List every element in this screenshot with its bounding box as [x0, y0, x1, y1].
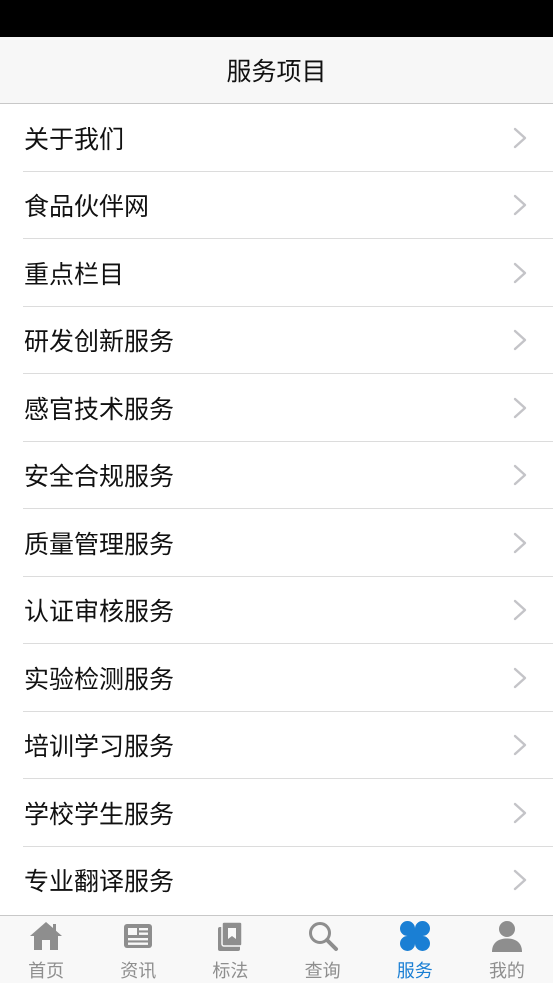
news-icon	[124, 924, 153, 948]
tab-label: 查询	[304, 961, 341, 982]
tab-label: 标法	[212, 961, 249, 982]
chevron-right-icon	[513, 262, 527, 283]
list-item-safety-compliance[interactable]: 安全合规服务	[0, 442, 553, 510]
list-item-about-us[interactable]: 关于我们	[0, 104, 553, 172]
chevron-right-icon	[513, 532, 527, 553]
list-item-label: 实验检测服务	[24, 664, 175, 694]
list-item-school-student[interactable]: 学校学生服务	[0, 779, 553, 847]
list-item-certification-audit[interactable]: 认证审核服务	[0, 577, 553, 645]
screen: 服务项目 关于我们 食品伙伴网 重点栏目 研发创新服务 感官技术服务 安全合规服…	[0, 0, 553, 983]
status-bar	[0, 0, 553, 37]
tab-services[interactable]: 服务	[369, 916, 461, 983]
chevron-right-icon	[513, 802, 527, 823]
list-item-sensory-tech[interactable]: 感官技术服务	[0, 374, 553, 442]
list-item-label: 认证审核服务	[24, 597, 175, 627]
list-item-label: 感官技术服务	[24, 394, 175, 424]
list-item-rd-innovation[interactable]: 研发创新服务	[0, 307, 553, 375]
list-item-translation[interactable]: 专业翻译服务	[0, 847, 553, 915]
list-item-label: 关于我们	[24, 124, 125, 154]
list-item-label: 安全合规服务	[24, 462, 175, 492]
list-item-label: 培训学习服务	[24, 732, 175, 762]
service-list: 关于我们 食品伙伴网 重点栏目 研发创新服务 感官技术服务 安全合规服务 质量管…	[0, 104, 553, 914]
list-item-label: 质量管理服务	[24, 529, 175, 559]
home-icon	[30, 922, 63, 950]
tab-label: 首页	[28, 961, 65, 982]
list-item-quality-management[interactable]: 质量管理服务	[0, 509, 553, 577]
chevron-right-icon	[513, 127, 527, 148]
list-item-foodmate[interactable]: 食品伙伴网	[0, 172, 553, 240]
tab-label: 我的	[488, 961, 525, 982]
list-item-label: 专业翻译服务	[24, 867, 175, 897]
services-icon	[399, 921, 430, 951]
chevron-right-icon	[513, 397, 527, 418]
list-item-label: 重点栏目	[24, 259, 125, 289]
tab-profile[interactable]: 我的	[461, 916, 553, 983]
navigation-bar: 服务项目	[0, 37, 553, 104]
chevron-right-icon	[513, 330, 527, 351]
chevron-right-icon	[513, 465, 527, 486]
tab-bar: 首页 资讯 标法 查询 服务 我的	[0, 915, 553, 983]
chevron-right-icon	[513, 600, 527, 621]
list-item-label: 研发创新服务	[24, 327, 175, 357]
tab-search[interactable]: 查询	[277, 916, 369, 983]
page-title: 服务项目	[226, 57, 327, 86]
chevron-right-icon	[513, 667, 527, 688]
tab-news[interactable]: 资讯	[92, 916, 184, 983]
chevron-right-icon	[513, 195, 527, 216]
list-item-label: 食品伙伴网	[24, 192, 150, 222]
tab-label: 资讯	[120, 961, 157, 982]
search-icon	[308, 922, 338, 951]
list-item-key-columns[interactable]: 重点栏目	[0, 239, 553, 307]
list-item-lab-testing[interactable]: 实验检测服务	[0, 644, 553, 712]
tab-label: 服务	[396, 961, 433, 982]
tab-standards[interactable]: 标法	[184, 916, 276, 983]
chevron-right-icon	[513, 870, 527, 891]
profile-icon	[491, 921, 522, 952]
chevron-right-icon	[513, 735, 527, 756]
standards-icon	[218, 921, 244, 951]
list-item-training[interactable]: 培训学习服务	[0, 712, 553, 780]
list-item-label: 学校学生服务	[24, 799, 175, 829]
tab-home[interactable]: 首页	[0, 916, 92, 983]
